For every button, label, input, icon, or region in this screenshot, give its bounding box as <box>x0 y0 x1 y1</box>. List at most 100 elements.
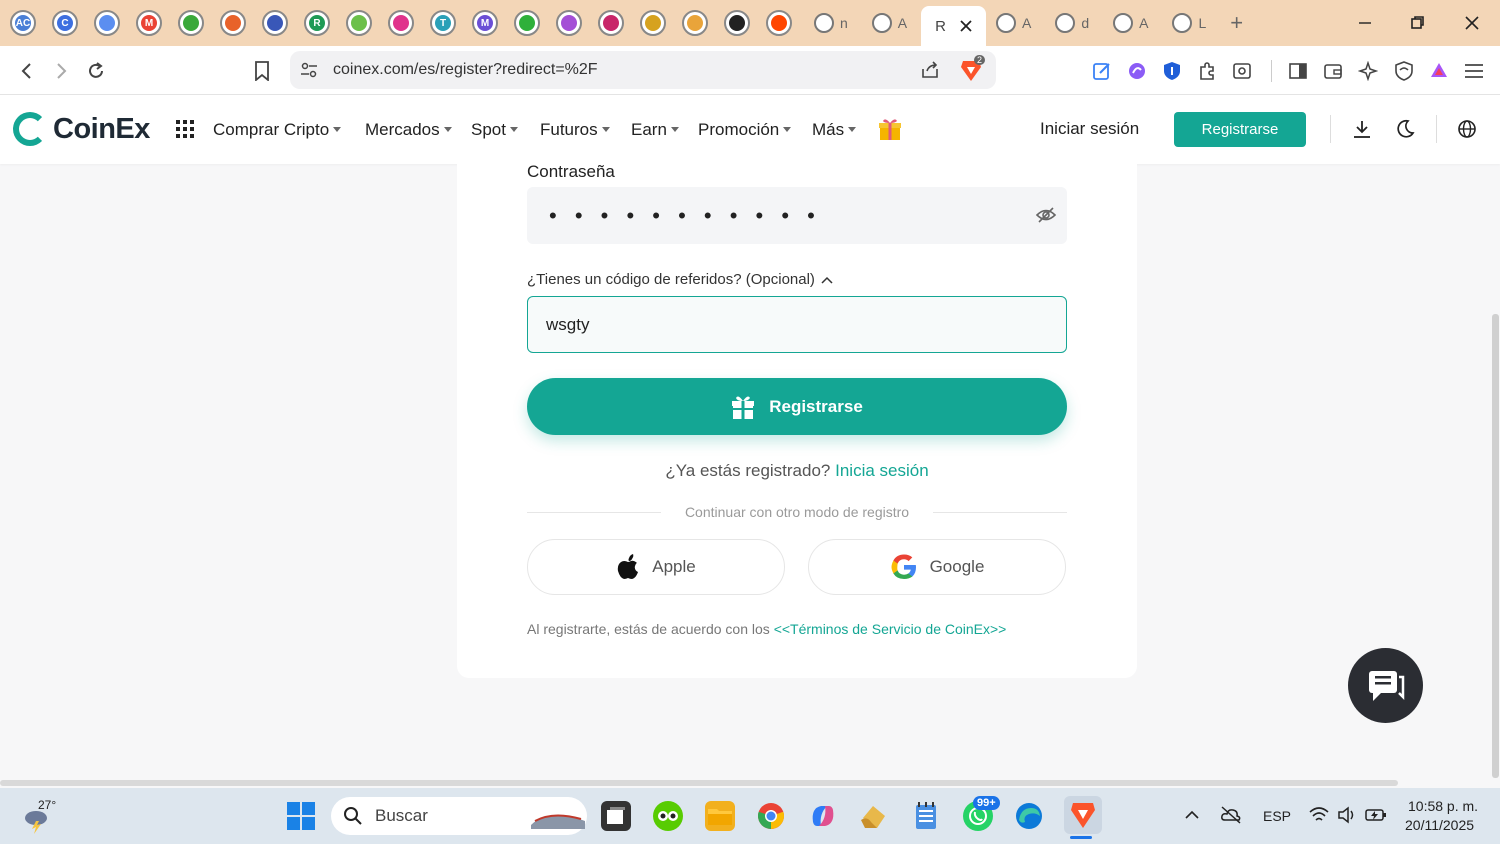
pinned-tab[interactable]: M <box>468 6 502 40</box>
battery-status[interactable] <box>1365 806 1387 829</box>
share-icon[interactable] <box>920 60 940 80</box>
onedrive-status-button[interactable] <box>1220 805 1242 830</box>
search-coin-icon <box>94 10 120 36</box>
notes-extension-button[interactable] <box>1087 56 1117 86</box>
purple-extension-button[interactable] <box>1122 56 1152 86</box>
browser-tab[interactable]: A <box>1103 6 1158 40</box>
pinned-tab[interactable] <box>594 6 628 40</box>
duolingo-taskbar-button[interactable] <box>653 801 683 831</box>
vertical-scrollbar[interactable] <box>1492 314 1499 778</box>
pinned-tab[interactable] <box>174 6 208 40</box>
pinned-tab[interactable] <box>342 6 376 40</box>
clock-time[interactable]: 10:58 p. m. <box>1408 798 1478 814</box>
file-explorer-button[interactable] <box>705 801 735 831</box>
menu-futuros[interactable]: Futuros <box>540 95 610 164</box>
terms-link[interactable]: <<Términos de Servicio de CoinEx>> <box>774 621 1007 637</box>
pinned-tab[interactable] <box>762 6 796 40</box>
pinned-tab[interactable] <box>216 6 250 40</box>
support-chat-button[interactable] <box>1348 648 1423 723</box>
site-settings-icon <box>301 62 317 78</box>
active-tab[interactable]: R <box>921 6 986 46</box>
menu-comprar-cripto[interactable]: Comprar Cripto <box>213 95 342 164</box>
brave-shields-button[interactable]: 2 <box>960 55 986 82</box>
browser-tab[interactable]: d <box>1045 6 1099 40</box>
clock-date[interactable]: 20/11/2025 <box>1405 817 1474 833</box>
coinex-logo[interactable]: CoinEx <box>13 112 150 146</box>
brave-taskbar-button[interactable] <box>1064 796 1102 834</box>
bitwarden-extension-button[interactable] <box>1157 56 1187 86</box>
apps-grid-icon[interactable] <box>176 120 194 138</box>
vpn-button[interactable] <box>1389 56 1419 86</box>
volume-status[interactable] <box>1337 806 1357 829</box>
chrome-taskbar-button[interactable] <box>756 801 786 831</box>
pinned-tab[interactable]: M <box>132 6 166 40</box>
password-field[interactable]: • • • • • • • • • • • <box>527 187 1067 244</box>
theme-toggle-button[interactable] <box>1393 117 1417 141</box>
pinned-tab[interactable]: AC <box>6 6 40 40</box>
register-submit-button[interactable]: Registrarse <box>527 378 1067 435</box>
edge-taskbar-button[interactable] <box>1014 801 1044 831</box>
start-button[interactable] <box>287 802 315 835</box>
menu-spot[interactable]: Spot <box>471 95 518 164</box>
pinned-tab[interactable] <box>384 6 418 40</box>
forward-button[interactable] <box>46 56 76 86</box>
header-register-button[interactable]: Registrarse <box>1174 112 1306 147</box>
back-button[interactable] <box>12 56 42 86</box>
pinned-tab[interactable] <box>90 6 124 40</box>
taskbar-search[interactable]: Buscar <box>331 797 587 835</box>
input-language[interactable]: ESP <box>1263 808 1291 824</box>
download-button[interactable] <box>1350 117 1374 141</box>
pinned-tab[interactable] <box>552 6 586 40</box>
wifi-status[interactable] <box>1309 806 1329 829</box>
rewards-button[interactable] <box>1424 56 1454 86</box>
pinned-tab[interactable]: T <box>426 6 460 40</box>
tab-label: A <box>897 15 908 31</box>
address-bar[interactable]: coinex.com/es/register?redirect=%2F 2 <box>290 51 996 89</box>
extensions-button[interactable] <box>1192 56 1222 86</box>
browser-tab[interactable]: n <box>804 6 858 40</box>
bookmark-button[interactable] <box>247 56 277 86</box>
wallet-button[interactable] <box>1318 56 1348 86</box>
menu-promocion[interactable]: Promoción <box>698 95 792 164</box>
browser-menu-button[interactable] <box>1459 56 1489 86</box>
screenshot-extension-button[interactable] <box>1227 56 1257 86</box>
gift-button[interactable] <box>878 117 902 146</box>
pinned-tab[interactable] <box>636 6 670 40</box>
pinned-tab[interactable] <box>720 6 754 40</box>
sidebar-toggle-button[interactable] <box>1283 56 1313 86</box>
horizontal-scrollbar[interactable] <box>0 780 1398 786</box>
leo-ai-button[interactable] <box>1353 56 1383 86</box>
apple-signup-button[interactable]: Apple <box>527 539 785 595</box>
language-button[interactable] <box>1455 117 1479 141</box>
pinned-tab[interactable] <box>258 6 292 40</box>
close-tab-icon[interactable] <box>960 20 972 32</box>
referral-toggle[interactable]: ¿Tienes un código de referidos? (Opciona… <box>527 271 833 288</box>
menu-earn[interactable]: Earn <box>631 95 679 164</box>
weather-widget[interactable]: 27° <box>22 798 66 834</box>
tray-overflow-button[interactable] <box>1184 808 1200 826</box>
google-signup-button[interactable]: Google <box>808 539 1066 595</box>
close-window-button[interactable] <box>1446 0 1498 46</box>
pinned-tab[interactable]: R <box>300 6 334 40</box>
reload-button[interactable] <box>81 56 111 86</box>
pinned-tab[interactable]: C <box>48 6 82 40</box>
new-tab-button[interactable]: + <box>1220 6 1253 40</box>
minimize-button[interactable] <box>1339 0 1391 46</box>
pinned-tab[interactable] <box>510 6 544 40</box>
notepad-taskbar-button[interactable] <box>911 801 941 831</box>
copilot-taskbar-button[interactable] <box>808 801 838 831</box>
pinned-tab[interactable] <box>678 6 712 40</box>
task-view-button[interactable] <box>601 801 631 831</box>
menu-mas[interactable]: Más <box>812 95 857 164</box>
browser-tab[interactable]: L <box>1162 6 1216 40</box>
menu-mercados[interactable]: Mercados <box>365 95 452 164</box>
restore-button[interactable] <box>1392 0 1444 46</box>
login-link-inline[interactable]: Inicia sesión <box>835 461 929 480</box>
eye-off-icon[interactable] <box>1035 204 1057 226</box>
notes-app-taskbar-button[interactable] <box>859 801 889 831</box>
login-link[interactable]: Iniciar sesión <box>1040 119 1139 139</box>
referral-code-input[interactable] <box>527 296 1067 353</box>
browser-tab[interactable]: A <box>862 6 917 40</box>
tab-favicon-letter <box>393 15 409 31</box>
browser-tab[interactable]: A <box>986 6 1041 40</box>
